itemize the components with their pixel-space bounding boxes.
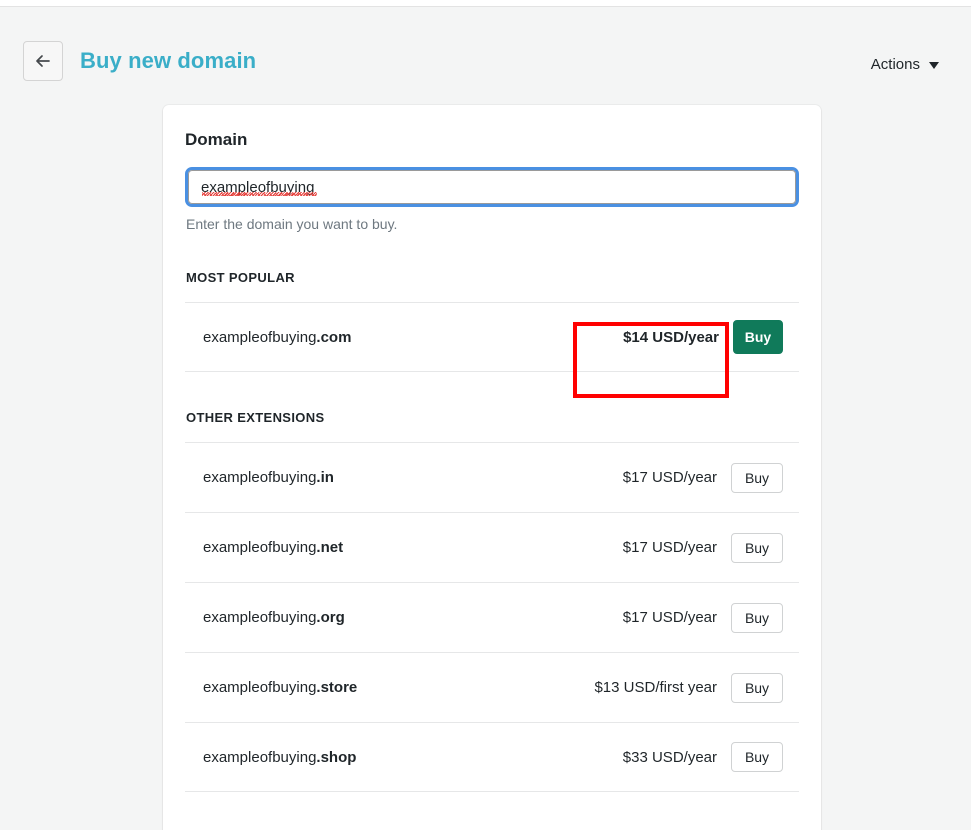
card-content: Domain Enter the domain you want to buy.… [163,105,821,792]
domain-base: exampleofbuying [203,469,317,486]
buy-button[interactable]: Buy [731,532,783,563]
row-domain-name: exampleofbuying.com [185,329,561,346]
buy-button[interactable]: Buy [731,672,783,703]
row-domain-name: exampleofbuying.in [185,469,559,486]
domain-tld: .net [316,539,344,556]
domain-tld: .com [316,328,352,346]
most-popular-rows: exampleofbuying.com $14 USD/year Buy [185,302,799,372]
buy-button[interactable]: Buy [731,602,783,633]
back-button[interactable] [23,41,63,81]
domain-base: exampleofbuying [203,748,317,766]
domain-base: exampleofbuying [203,328,317,346]
row-domain-name: exampleofbuying.store [185,679,559,696]
domain-field-label: Domain [185,130,248,149]
actions-label: Actions [870,56,920,73]
other-extensions-rows: exampleofbuying.in $17 USD/year Buy example… [185,442,799,792]
table-row: exampleofbuying.org $17 USD/year Buy [185,582,799,652]
table-row: exampleofbuying.store $13 USD/first year B… [185,652,799,722]
row-price: $17 USD/year [622,469,717,486]
other-extensions-heading: OTHER EXTENSIONS [186,410,325,425]
most-popular-heading: MOST POPULAR [186,270,295,285]
row-domain-name: exampleofbuying.net [185,539,559,556]
domain-input-wrapper[interactable] [185,167,799,207]
page-header: Buy new domain Actions [0,8,971,100]
domain-tld: .org [316,609,345,626]
row-domain-name: exampleofbuying.org [185,609,559,626]
table-row: exampleofbuying.shop $33 USD/year Buy [185,722,799,792]
buy-button[interactable]: Buy [733,320,783,354]
buy-button[interactable]: Buy [731,742,783,772]
table-row: exampleofbuying.in $17 USD/year Buy [185,442,799,512]
page-title: Buy new domain [80,48,257,73]
domain-purchase-card: Domain Enter the domain you want to buy.… [163,105,821,830]
row-price: $33 USD/year [622,748,717,766]
domain-input[interactable] [188,170,796,204]
table-row: exampleofbuying.com $14 USD/year Buy [185,302,799,372]
row-price: $17 USD/year [622,539,717,556]
domain-tld: .store [316,679,358,696]
buy-domain-page: Buy new domain Actions Domain Enter the … [0,0,971,830]
row-domain-name: exampleofbuying.shop [185,749,559,766]
table-row: exampleofbuying.net $17 USD/year Buy [185,512,799,582]
domain-tld: .shop [316,748,357,766]
buy-button[interactable]: Buy [731,462,783,493]
domain-tld: .in [316,469,334,486]
domain-base: exampleofbuying [203,539,317,556]
row-price: $13 USD/first year [594,679,717,696]
top-chrome-strip [0,0,971,7]
arrow-left-icon [33,51,53,71]
domain-help-text: Enter the domain you want to buy. [186,216,398,232]
row-price: $17 USD/year [622,609,717,626]
chevron-down-icon [929,62,939,69]
domain-base: exampleofbuying [203,609,317,626]
actions-dropdown[interactable]: Actions [871,56,939,73]
row-price: $14 USD/year [623,328,719,346]
domain-base: exampleofbuying [203,679,317,696]
